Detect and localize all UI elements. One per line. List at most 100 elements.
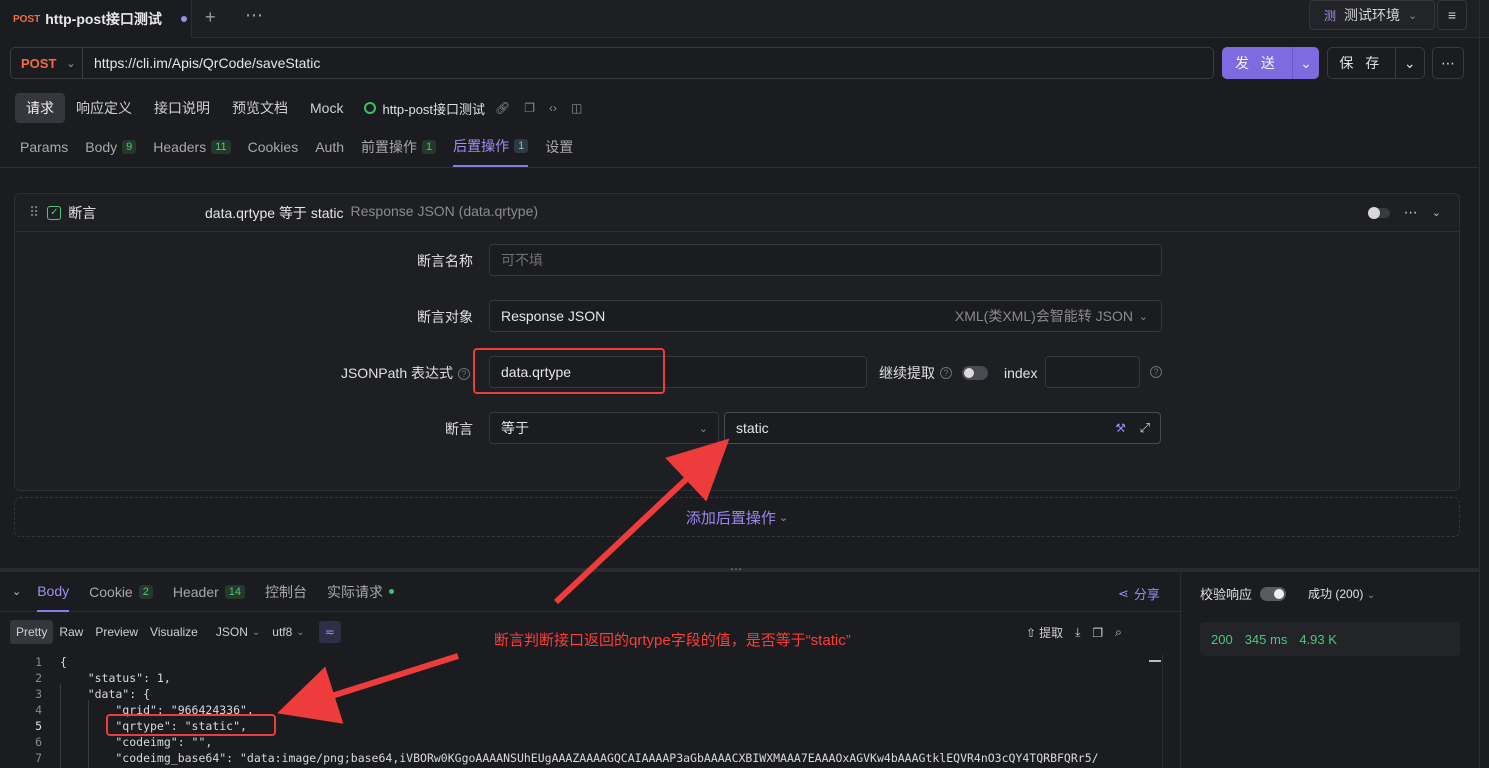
- magic-wand-icon[interactable]: ⚒: [1115, 421, 1126, 435]
- unsaved-dot-icon: [180, 16, 187, 22]
- code-line: 6 "codeimg": "",: [12, 734, 1162, 750]
- tab-http-post[interactable]: POST http-post接口测试: [0, 0, 192, 38]
- environment-selector[interactable]: 测 测试环境 ⌄: [1309, 0, 1435, 30]
- extract-label: 提取: [1039, 626, 1064, 640]
- tab-settings[interactable]: 设置: [545, 127, 573, 167]
- download-icon[interactable]: ⤓: [1075, 625, 1080, 640]
- count-badge: 11: [211, 140, 231, 154]
- index-input[interactable]: [1045, 356, 1140, 388]
- tab-label: Body: [37, 582, 70, 599]
- tab-cookies[interactable]: Cookies: [248, 127, 299, 167]
- expand-icon[interactable]: ⤢: [1140, 420, 1150, 436]
- line-number: 6: [35, 735, 42, 749]
- more-options-icon[interactable]: ⋯: [1432, 47, 1464, 79]
- send-options-chevron-icon[interactable]: ⌄: [1292, 47, 1319, 79]
- url-input[interactable]: [83, 55, 1183, 71]
- tab-label: 设置: [545, 139, 574, 155]
- resp-tab-console[interactable]: 控制台: [265, 572, 307, 612]
- wrap-lines-icon[interactable]: ≂: [318, 621, 341, 643]
- resp-tab-header[interactable]: Header 14: [173, 572, 246, 612]
- tab-label: Body: [85, 139, 118, 155]
- subtab-api-doc[interactable]: 接口说明: [143, 93, 221, 123]
- response-body-code[interactable]: 1{ 2 "status": 1, 3 "data": { 4 "qrid": …: [12, 654, 1162, 768]
- extract-button[interactable]: ⇧ 提取: [1026, 624, 1063, 641]
- send-button[interactable]: 发 送 ⌄: [1222, 47, 1319, 79]
- tab-bar: POST http-post接口测试 + ⋯ 测 测试环境 ⌄ ≡: [0, 0, 1489, 38]
- tab-label: Cookie: [89, 583, 133, 600]
- panel-icon[interactable]: ◫: [571, 101, 582, 115]
- add-post-operation-button[interactable]: 添加后置操作 ⌄: [14, 497, 1460, 537]
- help-icon[interactable]: ?: [458, 368, 470, 381]
- method-selector[interactable]: POST ⌄: [11, 48, 83, 78]
- line-number: 3: [35, 687, 42, 701]
- status-code: 200: [1211, 631, 1233, 647]
- format-raw[interactable]: Raw: [53, 620, 89, 644]
- save-options-chevron-icon[interactable]: ⌄: [1394, 48, 1424, 78]
- copy-icon[interactable]: ❐: [1092, 626, 1103, 640]
- code-line: 1{: [12, 654, 1162, 670]
- format-type-select[interactable]: JSON ⌄: [216, 625, 260, 639]
- tab-post-ops[interactable]: 后置操作 1: [453, 127, 529, 167]
- format-pretty[interactable]: Pretty: [10, 620, 54, 644]
- subtab-request[interactable]: 请求: [15, 93, 65, 123]
- count-badge: 1: [422, 140, 437, 154]
- encoding-select[interactable]: utf8 ⌄: [272, 625, 304, 639]
- copy-icon[interactable]: ❐: [524, 101, 535, 115]
- tab-label: Cookies: [247, 139, 299, 155]
- assert-label: 断言: [445, 421, 473, 437]
- expected-value-input[interactable]: static ⚒ ⤢: [724, 412, 1161, 444]
- collapse-chevron-icon[interactable]: ⌄: [12, 585, 21, 598]
- drag-handle-icon[interactable]: ⠿: [29, 204, 39, 221]
- tab-label: 前置操作: [361, 139, 418, 155]
- resp-tab-cookie[interactable]: Cookie 2: [89, 572, 153, 612]
- continue-toggle[interactable]: [962, 366, 988, 380]
- enabled-checkbox[interactable]: ✓: [47, 205, 62, 220]
- enable-toggle[interactable]: [1367, 206, 1390, 219]
- tab-body[interactable]: Body 9: [85, 127, 137, 167]
- subtab-preview-doc[interactable]: 预览文档: [221, 93, 299, 123]
- resp-tab-actual-request[interactable]: 实际请求: [327, 572, 395, 612]
- hamburger-menu-icon[interactable]: ≡: [1437, 0, 1467, 30]
- success-status-select[interactable]: 成功 (200) ⌄: [1308, 585, 1375, 602]
- subtab-response-def[interactable]: 响应定义: [65, 93, 143, 123]
- more-icon[interactable]: ⋯: [1404, 204, 1418, 221]
- chevron-down-icon: ⌄: [778, 511, 789, 524]
- code-line: 7 "codeimg_base64": "data:image/png;base…: [12, 750, 1162, 766]
- operator-select[interactable]: 等于 ⌄: [489, 412, 719, 444]
- expected-value: static: [736, 420, 769, 436]
- collapse-chevron-icon[interactable]: ⌄: [1432, 206, 1441, 219]
- tab-params[interactable]: Params: [20, 127, 68, 167]
- share-button[interactable]: ⋖ 分享: [1118, 584, 1160, 603]
- help-icon[interactable]: ?: [940, 367, 952, 379]
- tab-headers[interactable]: Headers 11: [153, 127, 231, 167]
- new-tab-plus-icon[interactable]: +: [205, 7, 216, 28]
- search-icon[interactable]: ⌕: [1115, 625, 1122, 640]
- help-icon[interactable]: ?: [1150, 366, 1162, 378]
- more-tabs-icon[interactable]: ⋯: [245, 5, 263, 26]
- tab-pre-ops[interactable]: 前置操作 1: [361, 127, 437, 167]
- code-icon[interactable]: ‹›: [549, 101, 557, 115]
- code-text: "status": 1,: [60, 671, 171, 685]
- response-status: 200 345 ms 4.93 K: [1200, 622, 1460, 656]
- chevron-down-icon: ⌄: [1138, 310, 1148, 323]
- assertion-name-input[interactable]: 可不填: [489, 244, 1162, 276]
- chevron-down-icon: ⌄: [66, 57, 76, 70]
- validate-toggle[interactable]: [1260, 586, 1287, 601]
- highlight-box-qrtype: [106, 714, 276, 736]
- jsonpath-label-wrap: JSONPath 表达式?: [300, 363, 470, 383]
- assertion-target-select[interactable]: Response JSON XML(类XML)会智能转 JSON ⌄: [489, 300, 1162, 332]
- format-visualize[interactable]: Visualize: [144, 620, 204, 644]
- format-preview[interactable]: Preview: [89, 620, 144, 644]
- subtab-mock[interactable]: Mock: [299, 95, 354, 121]
- api-tools: 🔗︎ ❐ ‹› ◫: [495, 101, 582, 115]
- count-badge: 2: [138, 584, 153, 599]
- save-button[interactable]: 保 存 ⌄: [1327, 47, 1425, 79]
- link-icon[interactable]: 🔗︎: [495, 101, 510, 115]
- scrollbar-marker[interactable]: [1149, 660, 1161, 662]
- assertion-header[interactable]: ⠿ ✓ 断言 data.qrtype 等于 static Response JS…: [15, 194, 1459, 232]
- tab-label: Auth: [315, 139, 345, 155]
- tab-label: Params: [20, 139, 69, 155]
- tab-auth[interactable]: Auth: [315, 127, 344, 167]
- assertion-summary: data.qrtype 等于 static Response JSON (dat…: [205, 203, 538, 223]
- resp-tab-body[interactable]: Body: [37, 572, 70, 612]
